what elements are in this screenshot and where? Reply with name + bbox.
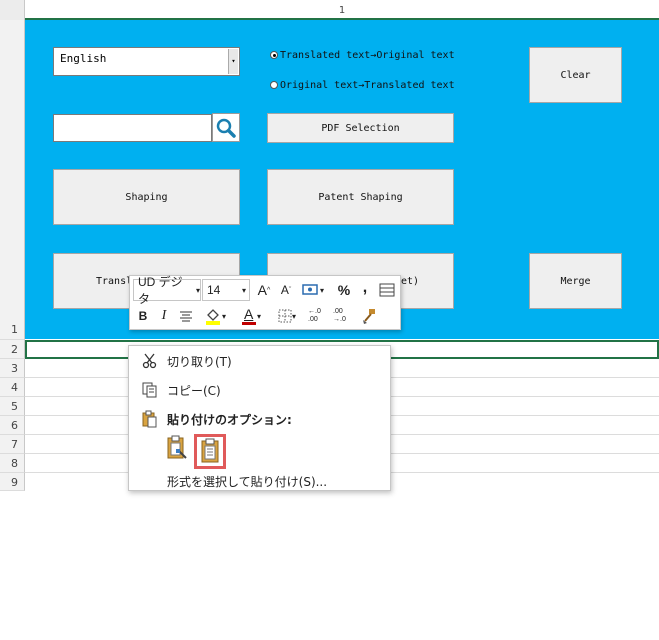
percent-style-icon[interactable]: % [334, 279, 354, 301]
patent-shaping-button[interactable]: Patent Shaping [267, 169, 454, 225]
font-color-swatch [241, 322, 256, 325]
menu-item-cut[interactable]: 切り取り(T) [129, 350, 392, 372]
chevron-down-icon: ▾ [195, 285, 200, 295]
chevron-down-icon: ▾ [221, 311, 226, 321]
translate-button-label: Transl [96, 275, 133, 287]
context-menu: 切り取り(T) コピー(C) 貼り付けのオプション: 形式を選択して貼り付け(S… [128, 345, 391, 491]
row-header-9[interactable]: 9 [0, 473, 25, 491]
chevron-down-icon: ▾ [256, 311, 261, 321]
format-painter-icon[interactable] [359, 305, 379, 327]
search-button[interactable] [212, 113, 240, 142]
chevron-down-icon[interactable]: ▾ [228, 49, 238, 74]
paste-icon [142, 410, 157, 428]
italic-button[interactable]: I [156, 305, 172, 327]
copy-icon [142, 382, 157, 398]
font-name-dropdown[interactable]: UD デジタ ▾ [133, 275, 201, 306]
menu-item-label: 形式を選択して貼り付け(S)... [167, 475, 328, 489]
borders-button[interactable]: ▾ [273, 305, 301, 327]
radio-unchecked-icon [270, 81, 278, 89]
chevron-down-icon: ▾ [319, 285, 324, 295]
increase-font-size-icon[interactable]: A ^ [255, 279, 273, 301]
bold-button[interactable]: B [135, 305, 151, 327]
row-header-3[interactable]: 3 [0, 359, 25, 378]
borders-icon [278, 309, 292, 323]
search-input[interactable] [53, 114, 212, 142]
paste-options-heading: 貼り付けのオプション: [129, 408, 392, 430]
font-size-value: 14 [207, 283, 221, 297]
radio-label: Translated text→Original text [280, 49, 455, 61]
align-center-icon[interactable] [177, 305, 195, 327]
clipboard-icon [201, 438, 219, 463]
select-all-corner[interactable] [0, 0, 25, 20]
scissors-icon [142, 353, 157, 369]
paste-formulas-button[interactable] [166, 435, 188, 461]
comma-style-icon[interactable]: , [358, 277, 372, 299]
sheet-button-label: et) [401, 275, 420, 287]
accounting-format-icon[interactable]: ▾ [298, 279, 328, 301]
row-header-7[interactable]: 7 [0, 435, 25, 454]
language-value: English [60, 52, 107, 65]
menu-item-paste-special[interactable]: 形式を選択して貼り付け(S)... [129, 470, 392, 492]
language-combobox[interactable]: English ▾ [53, 47, 240, 76]
font-name-value: UD デジタ [138, 275, 183, 306]
mini-toolbar: UD デジタ ▾ 14 ▾ A ^ Aˇ ▾ % , B I ▾ A ▾ ▾ ←.… [129, 275, 401, 330]
menu-item-label: 切り取り(T) [167, 355, 232, 369]
decrease-decimal-icon[interactable]: .00 →.0 [333, 305, 355, 327]
menu-heading-label: 貼り付けのオプション: [167, 413, 292, 427]
chevron-down-icon: ▾ [291, 311, 296, 321]
radio-translated-to-original[interactable]: Translated text→Original text [270, 48, 470, 62]
row-header-1[interactable]: 1 [0, 20, 25, 340]
increase-decimal-icon[interactable]: ←.0 .00 [308, 305, 330, 327]
merge-button[interactable]: Merge [529, 253, 622, 309]
row-header-2[interactable]: 2 [0, 340, 25, 359]
radio-label: Original text→Translated text [280, 79, 455, 91]
shaping-button[interactable]: Shaping [53, 169, 240, 225]
column-header-1[interactable]: 1 [25, 0, 659, 20]
fill-color-button[interactable]: ▾ [200, 305, 230, 327]
paste-formatting-icon [167, 435, 187, 459]
row-header-5[interactable]: 5 [0, 397, 25, 416]
radio-original-to-translated[interactable]: Original text→Translated text [270, 78, 470, 92]
font-color-button[interactable]: A ▾ [236, 305, 266, 327]
paste-button[interactable] [194, 434, 226, 469]
row-header-6[interactable]: 6 [0, 416, 25, 435]
clear-button[interactable]: Clear [529, 47, 622, 103]
format-cells-icon[interactable] [376, 279, 398, 301]
row-header-8[interactable]: 8 [0, 454, 25, 473]
paint-bucket-icon [205, 309, 220, 325]
menu-item-copy[interactable]: コピー(C) [129, 379, 392, 401]
pdf-selection-button[interactable]: PDF Selection [267, 113, 454, 143]
search-icon [216, 118, 236, 138]
row-header-4[interactable]: 4 [0, 378, 25, 397]
font-color-icon: A [243, 306, 254, 322]
font-size-dropdown[interactable]: 14 ▾ [202, 279, 250, 301]
menu-item-label: コピー(C) [167, 384, 221, 398]
radio-checked-icon [270, 51, 278, 59]
decrease-font-size-icon[interactable]: Aˇ [277, 279, 295, 301]
chevron-down-icon: ▾ [241, 285, 246, 295]
